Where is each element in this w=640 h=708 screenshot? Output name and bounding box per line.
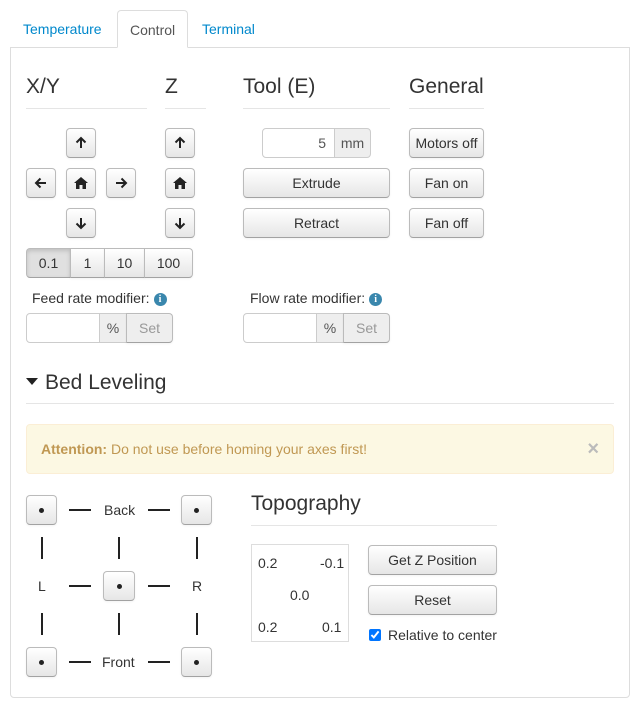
arrow-down-icon bbox=[174, 218, 186, 230]
y-minus-button[interactable] bbox=[66, 208, 96, 238]
alert-text: Do not use before homing your axes first… bbox=[107, 441, 368, 457]
info-icon[interactable]: i bbox=[153, 293, 167, 306]
level-back-right-button[interactable] bbox=[181, 495, 212, 525]
retract-button[interactable]: Retract bbox=[243, 208, 390, 238]
home-z-button[interactable] bbox=[165, 168, 195, 198]
z-minus-button[interactable] bbox=[165, 208, 195, 238]
tab-control[interactable]: Control bbox=[117, 10, 189, 48]
flow-rate-unit-addon: % bbox=[316, 313, 344, 343]
feed-rate-label-text: Feed rate modifier: bbox=[32, 290, 150, 306]
reset-button[interactable]: Reset bbox=[368, 585, 497, 615]
dot-icon bbox=[39, 507, 44, 513]
left-label: L bbox=[38, 578, 46, 594]
level-front-left-button[interactable] bbox=[26, 647, 57, 677]
arrow-down-icon bbox=[75, 218, 87, 230]
topo-top-left: 0.2 bbox=[258, 555, 278, 571]
topo-bottom-left: 0.2 bbox=[258, 619, 278, 635]
dot-icon bbox=[194, 659, 199, 665]
feed-rate-input[interactable] bbox=[26, 313, 100, 343]
motors-off-button[interactable]: Motors off bbox=[409, 128, 484, 158]
step-100-button[interactable]: 100 bbox=[144, 248, 193, 278]
arrow-up-icon bbox=[75, 136, 87, 148]
grid-line bbox=[69, 585, 91, 587]
flow-rate-label: Flow rate modifier: i bbox=[250, 290, 383, 306]
bed-leveling-header[interactable]: Bed Leveling bbox=[26, 370, 614, 404]
flow-rate-input[interactable] bbox=[243, 313, 317, 343]
get-z-position-button[interactable]: Get Z Position bbox=[368, 545, 497, 575]
grid-line bbox=[148, 585, 170, 587]
grid-line bbox=[118, 613, 120, 635]
arrow-left-icon bbox=[34, 177, 46, 189]
info-icon[interactable]: i bbox=[369, 293, 383, 306]
grid-line bbox=[196, 613, 198, 635]
extrude-unit-addon: mm bbox=[334, 128, 371, 158]
caret-down-icon bbox=[26, 378, 38, 385]
grid-line bbox=[148, 509, 170, 511]
xy-heading: X/Y bbox=[26, 74, 147, 109]
feed-rate-label: Feed rate modifier: i bbox=[32, 290, 167, 306]
topo-bottom-right: 0.1 bbox=[322, 619, 342, 635]
step-10-button[interactable]: 10 bbox=[104, 248, 145, 278]
level-back-left-button[interactable] bbox=[26, 495, 57, 525]
tool-heading: Tool (E) bbox=[243, 74, 390, 109]
relative-to-center-option[interactable]: Relative to center bbox=[368, 627, 497, 643]
home-xy-button[interactable] bbox=[66, 168, 96, 198]
arrow-up-icon bbox=[174, 136, 186, 148]
z-heading: Z bbox=[165, 74, 206, 109]
dot-icon bbox=[116, 583, 122, 589]
home-icon bbox=[74, 177, 88, 189]
fan-off-button[interactable]: Fan off bbox=[409, 208, 484, 238]
fan-on-button[interactable]: Fan on bbox=[409, 168, 484, 198]
bed-leveling-title: Bed Leveling bbox=[45, 371, 167, 394]
general-heading: General bbox=[409, 74, 484, 109]
step-0.1-button[interactable]: 0.1 bbox=[26, 248, 71, 278]
grid-line bbox=[41, 613, 43, 635]
dot-icon bbox=[194, 507, 199, 513]
topo-center: 0.0 bbox=[290, 587, 310, 603]
extrude-amount-input[interactable]: 5 bbox=[262, 128, 335, 158]
feed-rate-unit-addon: % bbox=[99, 313, 127, 343]
flow-rate-label-text: Flow rate modifier: bbox=[250, 290, 366, 306]
close-icon[interactable]: × bbox=[587, 425, 599, 473]
x-plus-button[interactable] bbox=[106, 168, 136, 198]
z-plus-button[interactable] bbox=[165, 128, 195, 158]
relative-to-center-label: Relative to center bbox=[388, 627, 497, 643]
grid-line bbox=[69, 661, 91, 663]
tab-temperature[interactable]: Temperature bbox=[11, 10, 114, 48]
home-icon bbox=[173, 177, 187, 189]
alert-strong: Attention: bbox=[41, 441, 108, 457]
back-label: Back bbox=[104, 502, 136, 518]
homing-alert: Attention: Do not use before homing your… bbox=[26, 424, 614, 474]
grid-line bbox=[148, 661, 170, 663]
topo-top-right: -0.1 bbox=[320, 555, 345, 571]
grid-line bbox=[41, 537, 43, 559]
relative-to-center-checkbox[interactable] bbox=[369, 629, 381, 641]
level-front-right-button[interactable] bbox=[181, 647, 212, 677]
step-1-button[interactable]: 1 bbox=[70, 248, 105, 278]
tab-terminal[interactable]: Terminal bbox=[190, 10, 267, 48]
right-label: R bbox=[192, 578, 203, 594]
flow-rate-set-button[interactable]: Set bbox=[343, 313, 390, 343]
level-center-button[interactable] bbox=[103, 571, 135, 601]
extrude-button[interactable]: Extrude bbox=[243, 168, 390, 198]
dot-icon bbox=[39, 659, 44, 665]
y-plus-button[interactable] bbox=[66, 128, 96, 158]
grid-line bbox=[69, 509, 91, 511]
grid-line bbox=[118, 537, 120, 559]
topography-heading: Topography bbox=[251, 491, 497, 526]
grid-line bbox=[196, 537, 198, 559]
front-label: Front bbox=[102, 654, 135, 670]
feed-rate-set-button[interactable]: Set bbox=[126, 313, 173, 343]
x-minus-button[interactable] bbox=[26, 168, 56, 198]
topography-map: 0.2 -0.1 0.0 0.2 0.1 bbox=[251, 544, 349, 642]
arrow-right-icon bbox=[116, 177, 128, 189]
